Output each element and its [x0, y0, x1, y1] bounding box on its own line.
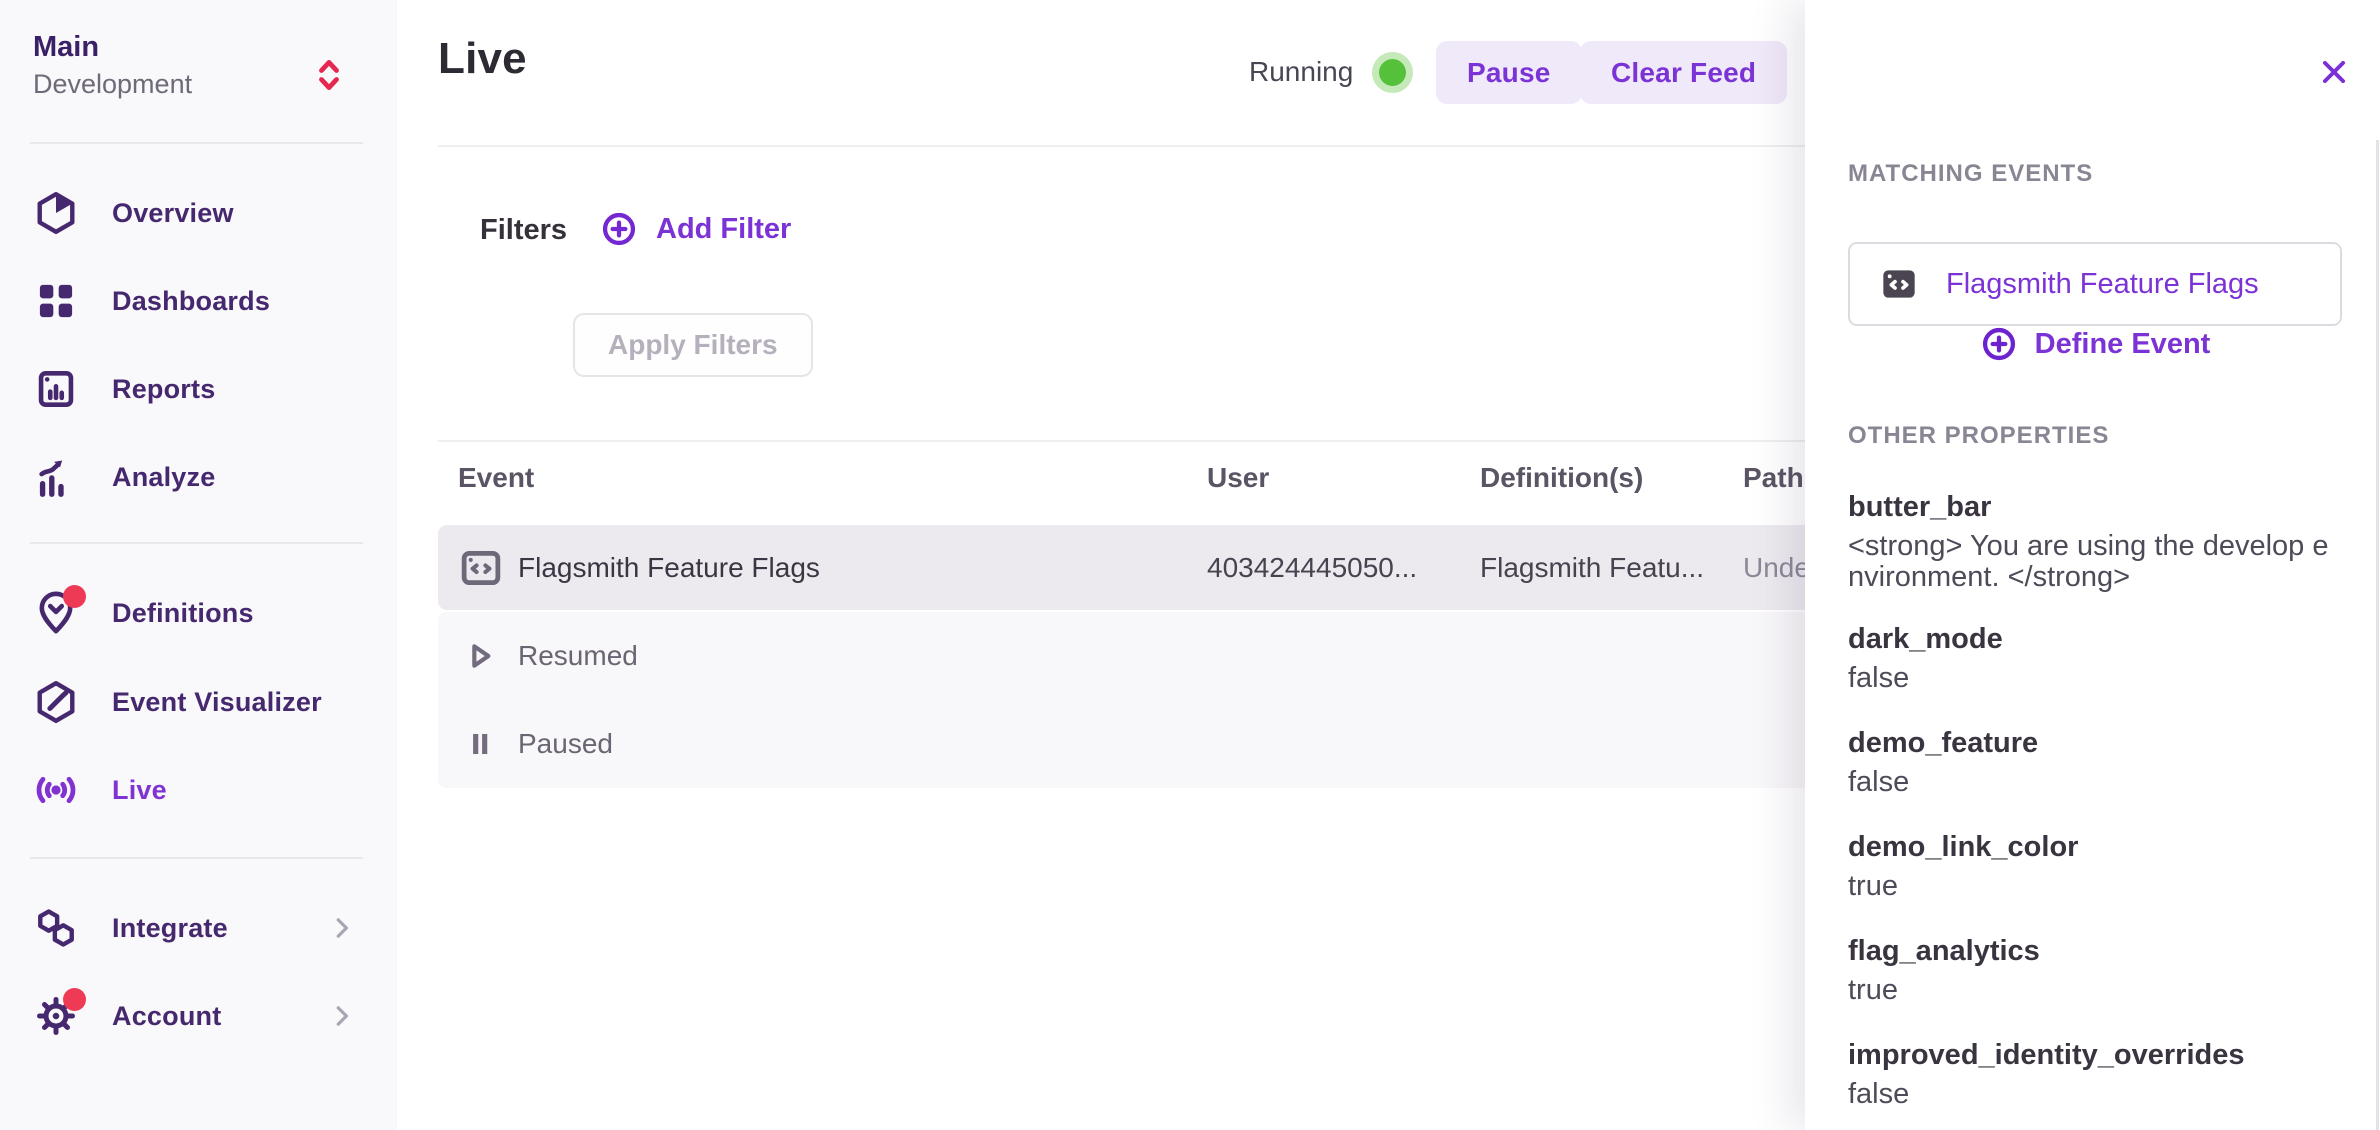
add-filter-button[interactable]: Add Filter — [600, 206, 791, 252]
user-cell: 403424445050... — [1207, 525, 1417, 610]
chevron-right-icon — [327, 1001, 357, 1031]
sidebar-item-label: Analyze — [112, 462, 215, 493]
reports-icon — [33, 366, 79, 412]
sidebar-item-integrate[interactable]: Integrate — [33, 884, 385, 972]
close-button[interactable] — [2308, 46, 2360, 98]
apply-filters-label: Apply Filters — [608, 329, 778, 361]
dashboards-icon — [33, 278, 79, 324]
column-header-event: Event — [458, 462, 534, 494]
play-icon — [460, 636, 500, 676]
matching-events-heading: MATCHING EVENTS — [1848, 160, 2093, 188]
clear-feed-button[interactable]: Clear Feed — [1580, 41, 1787, 104]
property-key: demo_feature — [1848, 726, 2358, 760]
property-row: demo_link_color true — [1848, 830, 2358, 902]
sidebar-item-label: Integrate — [112, 913, 228, 944]
notification-badge — [63, 988, 86, 1011]
live-broadcast-icon — [33, 767, 79, 813]
chevron-right-icon — [327, 913, 357, 943]
notification-badge — [63, 585, 86, 608]
matching-event-name: Flagsmith Feature Flags — [1946, 268, 2259, 301]
column-header-definitions: Definition(s) — [1480, 462, 1643, 494]
sidebar-item-definitions[interactable]: Definitions — [33, 569, 385, 657]
column-header-user: User — [1207, 462, 1269, 494]
sidebar-item-label: Definitions — [112, 598, 254, 629]
feed-state-label: Resumed — [518, 640, 638, 672]
event-detail-panel: MATCHING EVENTS Flagsmith Feature Flags … — [1805, 0, 2380, 1130]
sidebar-item-label: Live — [112, 775, 167, 806]
sidebar-divider — [30, 542, 363, 544]
code-window-icon — [458, 525, 504, 610]
other-properties-heading: OTHER PROPERTIES — [1848, 422, 2109, 450]
property-value: true — [1848, 975, 2358, 1006]
sidebar-item-label: Account — [112, 1001, 221, 1032]
definitions-cell: Flagsmith Featu... — [1480, 525, 1704, 610]
filters-label: Filters — [480, 214, 567, 247]
property-value: false — [1848, 767, 2358, 798]
workspace-switcher[interactable]: Main Development — [33, 28, 377, 128]
definitions-icon — [33, 590, 79, 636]
page-title: Live — [438, 34, 527, 84]
property-value: true — [1848, 871, 2358, 902]
add-filter-label: Add Filter — [656, 213, 791, 246]
sidebar-divider — [30, 142, 363, 144]
overview-icon — [33, 190, 79, 236]
property-value: false — [1848, 1079, 2358, 1110]
property-key: improved_identity_overrides — [1848, 1038, 2358, 1072]
code-window-icon — [1878, 264, 1920, 304]
sidebar-item-label: Reports — [112, 374, 215, 405]
sidebar-item-label: Overview — [112, 198, 234, 229]
define-event-button[interactable]: Define Event — [1848, 320, 2342, 368]
sidebar-item-label: Event Visualizer — [112, 687, 322, 718]
sidebar-item-live[interactable]: Live — [33, 746, 385, 834]
feed-state-label: Paused — [518, 728, 613, 760]
sidebar-divider — [30, 857, 363, 859]
event-visualizer-icon — [33, 679, 79, 725]
property-key: butter_bar — [1848, 490, 2358, 524]
sidebar-item-overview[interactable]: Overview — [33, 169, 385, 257]
sidebar: Main Development Overview Dashboards — [0, 0, 399, 1130]
column-header-path: Path — [1743, 462, 1804, 494]
status-label: Running — [1249, 56, 1353, 88]
property-row: butter_bar <strong> You are using the de… — [1848, 490, 2358, 593]
define-event-label: Define Event — [2035, 328, 2211, 361]
feed-status: Running — [1249, 41, 1406, 103]
property-row: demo_feature false — [1848, 726, 2358, 798]
apply-filters-button[interactable]: Apply Filters — [573, 313, 813, 377]
plus-circle-icon — [1980, 325, 2018, 363]
property-row: dark_mode false — [1848, 622, 2358, 694]
sidebar-item-reports[interactable]: Reports — [33, 345, 385, 433]
pause-button[interactable]: Pause — [1436, 41, 1582, 104]
property-key: dark_mode — [1848, 622, 2358, 656]
account-gear-icon — [33, 993, 79, 1039]
sidebar-item-dashboards[interactable]: Dashboards — [33, 257, 385, 345]
pause-icon — [460, 724, 500, 764]
close-icon — [2319, 57, 2349, 87]
property-value: false — [1848, 663, 2358, 694]
chevron-up-down-icon — [311, 54, 347, 96]
panel-scrollbar[interactable] — [2376, 140, 2379, 1130]
clear-feed-button-label: Clear Feed — [1611, 57, 1756, 89]
integrate-icon — [33, 905, 79, 951]
sidebar-item-label: Dashboards — [112, 286, 270, 317]
sidebar-item-analyze[interactable]: Analyze — [33, 433, 385, 521]
status-running-dot — [1379, 59, 1406, 86]
property-row: flag_analytics true — [1848, 934, 2358, 1006]
plus-circle-icon — [600, 210, 638, 248]
analyze-icon — [33, 454, 79, 500]
property-value: <strong> You are using the develop e nvi… — [1848, 531, 2358, 593]
property-row: improved_identity_overrides false — [1848, 1038, 2358, 1110]
property-key: flag_analytics — [1848, 934, 2358, 968]
sidebar-item-event-visualizer[interactable]: Event Visualizer — [33, 658, 385, 746]
event-name-cell: Flagsmith Feature Flags — [518, 525, 820, 610]
pause-button-label: Pause — [1467, 57, 1551, 89]
property-key: demo_link_color — [1848, 830, 2358, 864]
sidebar-item-account[interactable]: Account — [33, 972, 385, 1060]
matching-event-card[interactable]: Flagsmith Feature Flags — [1848, 242, 2342, 326]
